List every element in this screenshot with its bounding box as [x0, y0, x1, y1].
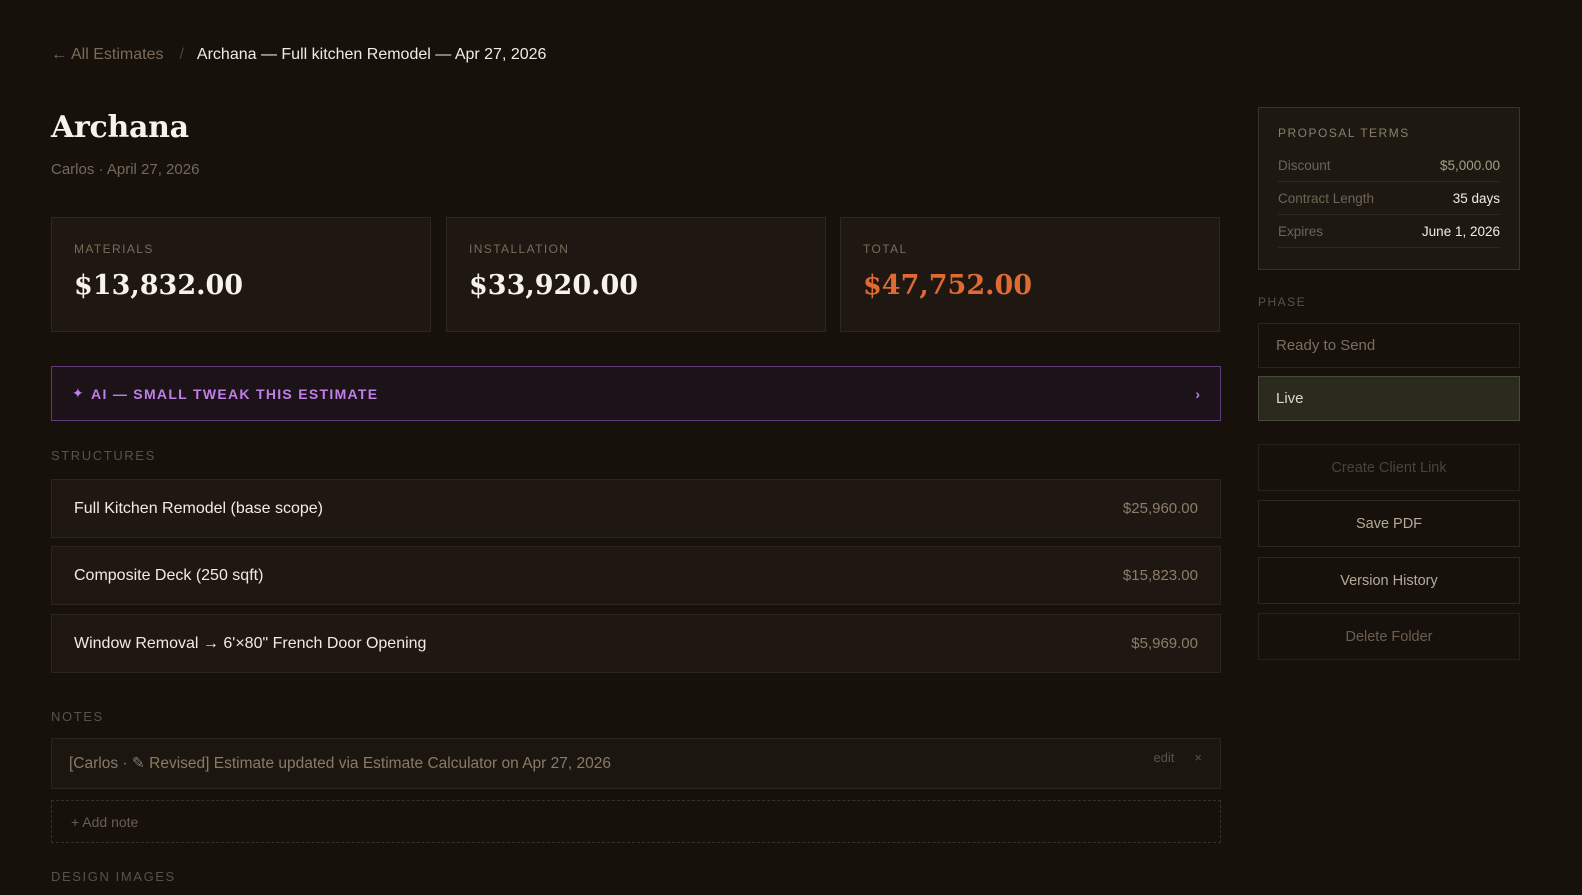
materials-card: MATERIALS $13,832.00: [51, 217, 431, 332]
terms-key: Expires: [1278, 223, 1324, 239]
structure-price: $25,960.00: [1122, 500, 1198, 517]
version-history-button[interactable]: Version History: [1258, 557, 1520, 604]
breadcrumb-separator: /: [179, 46, 184, 63]
installation-card: INSTALLATION $33,920.00: [446, 217, 826, 332]
create-client-link-button[interactable]: Create Client Link: [1258, 444, 1520, 491]
chevron-right-icon: ›: [1195, 385, 1200, 402]
materials-value: $13,832.00: [74, 270, 244, 301]
ai-tweak-label-group: ✦ AI — SMALL TWEAK THIS ESTIMATE: [72, 385, 378, 402]
back-link-label: All Estimates: [71, 46, 164, 63]
terms-row-expires: Expires June 1, 2026: [1278, 215, 1500, 248]
materials-label: MATERIALS: [74, 242, 154, 256]
total-value: $47,752.00: [863, 270, 1033, 301]
structure-row[interactable]: Full Kitchen Remodel (base scope) $25,96…: [51, 479, 1221, 538]
proposal-terms-title: PROPOSAL TERMS: [1278, 126, 1410, 140]
terms-row-contract-length: Contract Length 35 days: [1278, 182, 1500, 215]
design-images-section-label: DESIGN IMAGES: [51, 869, 176, 884]
arrow-left-icon: ←: [51, 46, 67, 63]
back-to-estimates-link[interactable]: ← All Estimates: [51, 46, 163, 64]
page-subtitle: Carlos · April 27, 2026: [51, 161, 200, 178]
edit-note-button[interactable]: edit: [1153, 750, 1174, 765]
phase-label: PHASE: [1258, 295, 1307, 309]
proposal-terms-panel: PROPOSAL TERMS Discount $5,000.00 Contra…: [1258, 107, 1520, 270]
sparkle-icon: ✦: [72, 385, 86, 401]
add-note-button[interactable]: + Add note: [51, 800, 1221, 843]
structure-name: Window Removal → 6'×80" French Door Open…: [74, 634, 427, 652]
note-actions: edit ×: [1153, 750, 1202, 765]
page-title: Archana: [51, 110, 189, 145]
phase-option-live[interactable]: Live: [1258, 376, 1520, 421]
notes-section-label: NOTES: [51, 709, 104, 724]
structure-price: $15,823.00: [1122, 567, 1198, 584]
terms-row-discount: Discount $5,000.00: [1278, 149, 1500, 182]
structure-row[interactable]: Composite Deck (250 sqft) $15,823.00: [51, 546, 1221, 605]
total-card: TOTAL $47,752.00: [840, 217, 1220, 332]
terms-value: 35 days: [1452, 190, 1500, 206]
save-pdf-button[interactable]: Save PDF: [1258, 500, 1520, 547]
breadcrumb-current: Archana — Full kitchen Remodel — Apr 27,…: [196, 46, 547, 63]
close-icon[interactable]: ×: [1194, 750, 1202, 765]
ai-tweak-label: AI — SMALL TWEAK THIS ESTIMATE: [91, 385, 379, 402]
phase-option-ready-to-send[interactable]: Ready to Send: [1258, 323, 1520, 368]
note-item: [Carlos · ✎ Revised] Estimate updated vi…: [51, 738, 1221, 789]
structures-section-label: STRUCTURES: [51, 448, 156, 463]
delete-folder-button[interactable]: Delete Folder: [1258, 613, 1520, 660]
structure-name: Composite Deck (250 sqft): [74, 566, 264, 584]
total-label: TOTAL: [863, 242, 908, 256]
terms-key: Discount: [1278, 157, 1331, 173]
structure-price: $5,969.00: [1131, 635, 1198, 652]
installation-label: INSTALLATION: [469, 242, 570, 256]
terms-value: June 1, 2026: [1421, 223, 1500, 239]
installation-value: $33,920.00: [469, 270, 639, 301]
note-text: [Carlos · ✎ Revised] Estimate updated vi…: [69, 755, 611, 772]
structure-name: Full Kitchen Remodel (base scope): [74, 499, 324, 517]
terms-key: Contract Length: [1278, 190, 1375, 206]
ai-tweak-button[interactable]: ✦ AI — SMALL TWEAK THIS ESTIMATE ›: [51, 366, 1221, 421]
breadcrumb: ← All Estimates / Archana — Full kitchen…: [51, 44, 546, 66]
terms-value: $5,000.00: [1439, 157, 1500, 173]
structure-row[interactable]: Window Removal → 6'×80" French Door Open…: [51, 614, 1221, 673]
